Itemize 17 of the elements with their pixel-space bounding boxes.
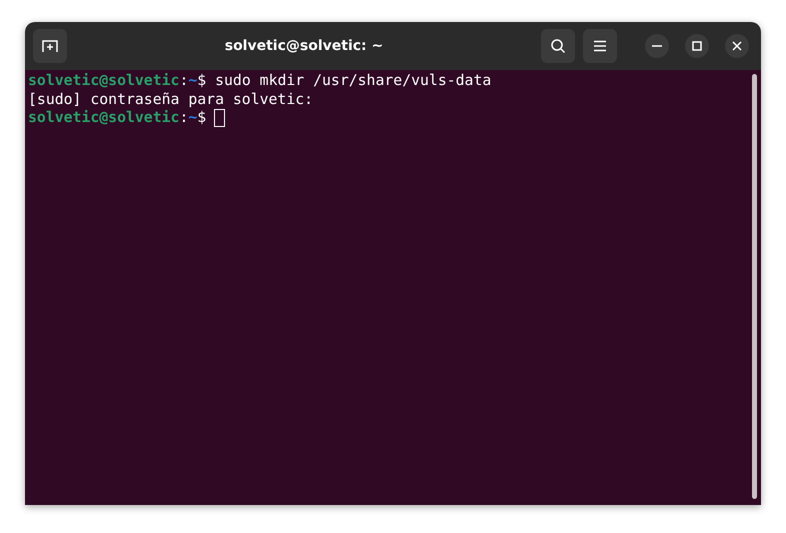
terminal-line: solvetic@solvetic:~$ — [28, 109, 206, 128]
close-icon — [732, 41, 742, 51]
maximize-button[interactable] — [685, 34, 709, 58]
new-tab-button[interactable] — [33, 29, 67, 63]
terminal-line: solvetic@solvetic:~$ sudo mkdir /usr/share/vuls-data — [28, 72, 492, 90]
new-tab-icon — [42, 39, 58, 53]
minimize-button[interactable] — [645, 34, 669, 58]
terminal-line: [sudo] contraseña para solvetic: — [28, 90, 314, 109]
search-icon — [550, 38, 566, 54]
menu-icon — [593, 40, 607, 52]
maximize-icon — [692, 41, 702, 51]
close-button[interactable] — [725, 34, 749, 58]
minimize-icon — [652, 45, 662, 47]
menu-button[interactable] — [583, 29, 617, 63]
scrollbar[interactable] — [752, 74, 757, 499]
window-title: solvetic@solvetic: ~ — [224, 36, 384, 56]
search-button[interactable] — [541, 29, 575, 63]
